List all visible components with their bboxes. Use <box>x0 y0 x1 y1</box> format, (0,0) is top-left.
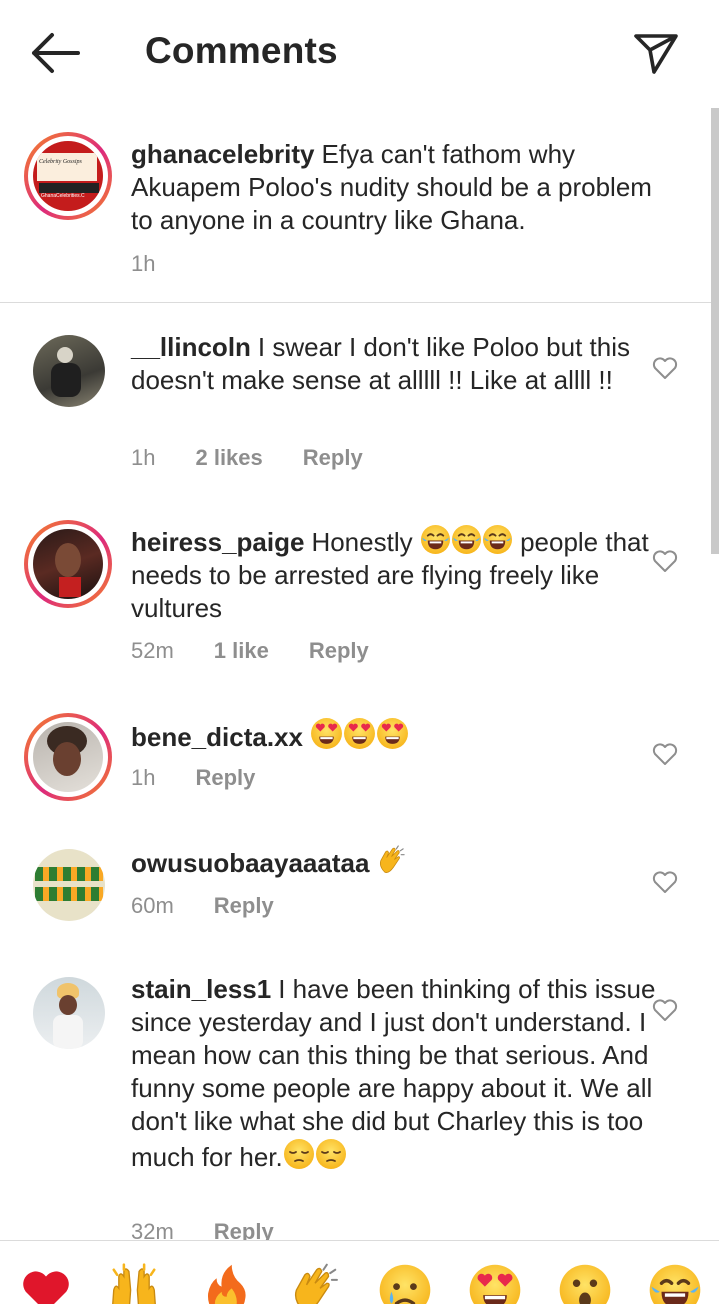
comment-username[interactable]: __llincoln <box>131 332 251 362</box>
comment-meta: 52m 1 like Reply <box>131 638 409 664</box>
comment-time: 32m <box>131 1219 174 1240</box>
pensive-emoji <box>315 1138 347 1170</box>
avatar-image <box>33 977 105 1049</box>
comment-likes-link[interactable]: 1 like <box>214 638 269 664</box>
comment-text: owusuobaayaaataa <box>131 845 671 880</box>
comment-time: 1h <box>131 765 156 790</box>
avatar-image <box>33 849 105 921</box>
reply-button[interactable]: Reply <box>214 893 274 919</box>
like-heart-icon[interactable] <box>652 742 678 766</box>
tears-of-joy-emoji[interactable] <box>648 1263 702 1304</box>
surprised-emoji[interactable] <box>558 1263 612 1304</box>
comment-item: owusuobaayaaataa 60m Reply <box>0 817 711 945</box>
avatar[interactable] <box>24 520 112 608</box>
comment-item: stain_less1 I have been thinking of this … <box>0 945 711 1240</box>
heart-emoji[interactable] <box>19 1263 73 1304</box>
fire-emoji[interactable] <box>198 1263 252 1304</box>
paper-plane-icon[interactable] <box>630 28 682 78</box>
avatar[interactable] <box>33 977 105 1049</box>
like-heart-icon[interactable] <box>652 998 678 1022</box>
clapping-emoji[interactable] <box>288 1263 342 1304</box>
comment-text: stain_less1 I have been thinking of this … <box>131 974 656 1172</box>
comment-time: 52m <box>131 638 174 663</box>
page-title: Comments <box>145 30 338 71</box>
avatar-image: Celebrity Gossips GhanaCelebrities.C <box>33 141 103 211</box>
comment-meta: 1h Reply <box>131 765 295 791</box>
like-heart-icon[interactable] <box>652 870 678 894</box>
comment-meta: 1h <box>131 251 195 277</box>
comment-username[interactable]: stain_less1 <box>131 974 271 1004</box>
avatar-image <box>33 529 103 599</box>
reply-button[interactable]: Reply <box>303 445 363 471</box>
like-heart-icon[interactable] <box>652 549 678 573</box>
comment-username[interactable]: ghanacelebrity <box>131 139 315 169</box>
comment-time: 60m <box>131 893 174 918</box>
pensive-emoji <box>283 1138 315 1170</box>
comment-username[interactable]: heiress_paige <box>131 527 304 557</box>
comment-item: heiress_paige Honestly people that needs … <box>0 496 711 689</box>
comment-item: __llincoln I swear I don't like Poloo but… <box>0 303 711 496</box>
comment-meta: 1h 2 likes Reply <box>131 445 403 471</box>
avatar[interactable]: Celebrity Gossips GhanaCelebrities.C <box>24 132 112 220</box>
reply-button[interactable]: Reply <box>195 765 255 791</box>
comment-username[interactable]: owusuobaayaaataa <box>131 848 369 878</box>
avatar[interactable] <box>33 335 105 407</box>
raising-hands-emoji[interactable] <box>107 1263 161 1304</box>
avatar[interactable] <box>33 849 105 921</box>
comment-meta: 60m Reply <box>131 893 314 919</box>
caption-comment: Celebrity Gossips GhanaCelebrities.C gha… <box>0 108 711 303</box>
comment-username[interactable]: bene_dicta.xx <box>131 722 303 752</box>
tears-of-joy-emoji <box>420 524 451 555</box>
avatar-image <box>33 335 105 407</box>
comment-text: __llincoln I swear I don't like Poloo but… <box>131 332 630 395</box>
comment-item: bene_dicta.xx 1h Reply <box>0 689 711 817</box>
avatar[interactable] <box>24 713 112 801</box>
caption-text: ghanacelebrity Efya can't fathom why Akua… <box>131 139 652 235</box>
quick-reaction-bar <box>0 1240 719 1304</box>
clapping-emoji <box>376 845 407 876</box>
reply-button[interactable]: Reply <box>214 1219 274 1240</box>
like-heart-icon[interactable] <box>652 356 678 380</box>
comment-text: heiress_paige Honestly people that needs … <box>131 524 671 625</box>
comment-time: 1h <box>131 445 156 470</box>
scrollbar[interactable] <box>711 108 719 554</box>
tears-of-joy-emoji <box>482 524 513 555</box>
heart-eyes-emoji[interactable] <box>468 1263 522 1304</box>
heart-eyes-emoji <box>376 717 409 750</box>
tears-of-joy-emoji <box>451 524 482 555</box>
comment-meta: 32m Reply <box>131 1219 314 1240</box>
comment-time: 1h <box>131 251 156 276</box>
reply-button[interactable]: Reply <box>309 638 369 664</box>
heart-eyes-emoji <box>310 717 343 750</box>
heart-eyes-emoji <box>343 717 376 750</box>
comment-text: bene_dicta.xx <box>131 717 671 754</box>
comment-likes-link[interactable]: 2 likes <box>195 445 262 471</box>
avatar-image <box>33 722 103 792</box>
crying-emoji[interactable] <box>378 1263 432 1304</box>
arrow-left-icon[interactable] <box>28 30 82 76</box>
header-bar: Comments <box>0 0 719 108</box>
